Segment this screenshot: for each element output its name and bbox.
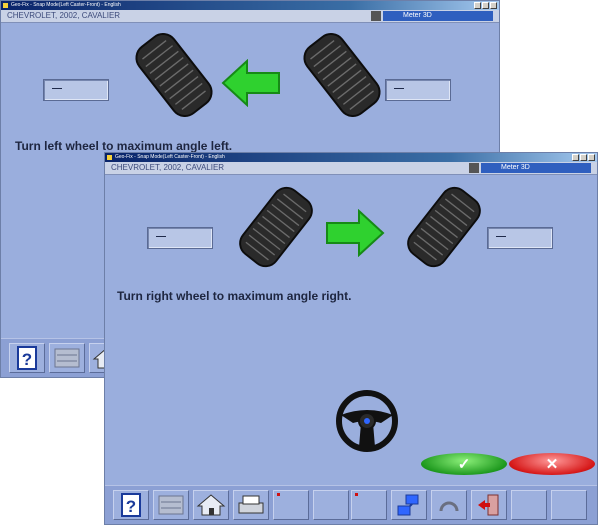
cancel-button[interactable]: ✕ [509,453,595,475]
home-button[interactable] [193,490,229,520]
maximize-button[interactable] [482,2,489,9]
toolbar-slot-12[interactable] [551,490,587,520]
confirm-button[interactable]: ✓ [421,453,507,475]
checkmark-icon: ✓ [457,456,471,473]
meter-label: Meter 3D [501,164,530,171]
app-icon [107,155,112,160]
close-button[interactable] [490,2,497,9]
vehicle-info-bar: CHEVROLET, 2002, CAVALIER Meter 3D [105,162,597,175]
help-icon: ? [17,346,37,370]
maximize-button[interactable] [580,154,587,161]
printer-icon [238,495,264,514]
data-icon [54,348,80,368]
vehicle-label: CHEVROLET, 2002, CAVALIER [7,11,121,20]
app-icon [3,3,8,8]
front-window: Geo-Fix - Snap Mode(Left Caster-Front) -… [104,152,598,525]
toolbar-slot-5[interactable] [273,490,309,520]
help-button[interactable]: ? [9,343,45,373]
data-button[interactable] [49,343,85,373]
window-title: Geo-Fix - Snap Mode(Left Caster-Front) -… [115,154,225,160]
marker-icon [277,493,280,496]
toolbar-slot-7[interactable] [351,490,387,520]
exit-button[interactable] [471,490,507,520]
measure-button[interactable] [431,490,467,520]
left-wheel-icon [135,33,213,117]
toolbar-slot-11[interactable] [511,490,547,520]
arrow-right-icon [326,209,385,257]
steering-wheel-icon [336,390,398,452]
window-controls [474,2,497,9]
close-button[interactable] [588,154,595,161]
meter-icon [469,163,479,173]
network-button[interactable] [391,490,427,520]
svg-text:?: ? [126,497,136,516]
help-icon: ? [121,493,141,517]
right-angle-readout: — [487,227,553,249]
left-angle-readout: — [43,79,109,101]
vehicle-label: CHEVROLET, 2002, CAVALIER [111,163,225,172]
vehicle-info-bar: CHEVROLET, 2002, CAVALIER Meter 3D [1,10,499,23]
title-bar: Geo-Fix - Snap Mode(Left Caster-Front) -… [105,153,597,162]
left-wheel-icon [239,186,313,268]
meter-status[interactable]: Meter 3D [469,163,591,173]
meter-icon [371,11,381,21]
instruction-text: Turn left wheel to maximum angle left. [15,139,233,153]
title-bar: Geo-Fix - Snap Mode(Left Caster-Front) -… [1,1,499,10]
toolbar-slot-6[interactable] [313,490,349,520]
help-button[interactable]: ? [113,490,149,520]
marker-icon [355,493,358,496]
window-title: Geo-Fix - Snap Mode(Left Caster-Front) -… [11,2,121,8]
print-button[interactable] [233,490,269,520]
minimize-button[interactable] [572,154,579,161]
measure-icon [439,501,459,512]
instruction-text: Turn right wheel to maximum angle right. [117,289,352,303]
front-footer-toolbar: ? [105,485,597,524]
cancel-icon: ✕ [545,456,559,473]
arrow-left-icon [221,59,280,107]
right-angle-readout: — [385,79,451,101]
home-icon [196,494,226,516]
right-wheel-icon [303,33,381,117]
data-button[interactable] [153,490,189,520]
meter-status[interactable]: Meter 3D [371,11,493,21]
network-icon [397,494,419,516]
data-icon [158,495,184,515]
window-controls [572,154,595,161]
right-wheel-icon [407,186,481,268]
minimize-button[interactable] [474,2,481,9]
left-angle-readout: — [147,227,213,249]
exit-icon [478,494,499,516]
meter-label: Meter 3D [403,12,432,19]
svg-text:?: ? [22,350,32,369]
